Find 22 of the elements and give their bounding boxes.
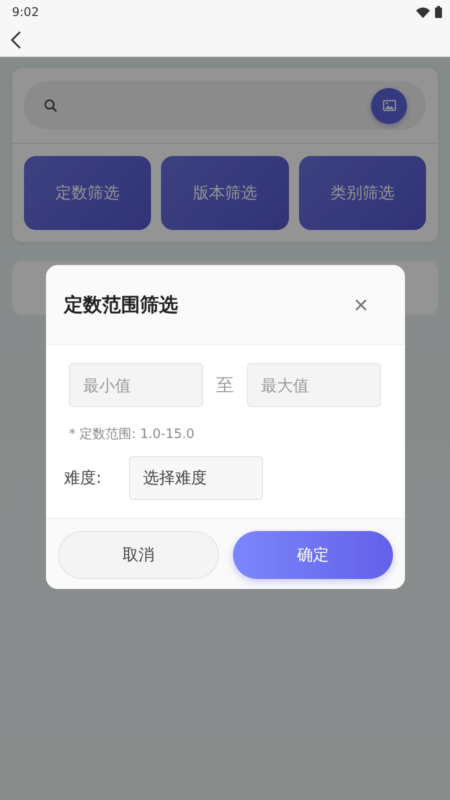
status-time: 9:02 <box>12 5 39 19</box>
range-hint: * 定数范围: 1.0-15.0 <box>69 426 196 443</box>
cancel-button[interactable]: 取消 <box>58 531 218 579</box>
back-icon[interactable] <box>10 31 22 49</box>
close-button[interactable] <box>353 296 369 312</box>
confirm-button[interactable]: 确定 <box>232 531 393 579</box>
dialog-title: 定数范围筛选 <box>64 292 178 318</box>
max-value-field[interactable]: 最大值 <box>247 363 381 407</box>
difficulty-select[interactable]: 选择难度 <box>129 456 263 500</box>
min-value-field[interactable]: 最小值 <box>69 363 203 407</box>
wifi-icon <box>416 6 430 18</box>
filter-button[interactable]: 版本筛选 <box>161 156 289 230</box>
image-search-button[interactable] <box>371 88 407 124</box>
close-icon <box>355 298 367 310</box>
search-field[interactable] <box>24 81 426 130</box>
filter-button[interactable]: 类别筛选 <box>298 156 426 230</box>
range-separator: 至 <box>215 374 235 397</box>
filter-button[interactable]: 定数筛选 <box>24 156 152 230</box>
image-icon <box>382 100 396 111</box>
battery-icon <box>435 6 442 18</box>
search-icon <box>44 99 57 112</box>
difficulty-label: 难度: <box>64 468 102 488</box>
